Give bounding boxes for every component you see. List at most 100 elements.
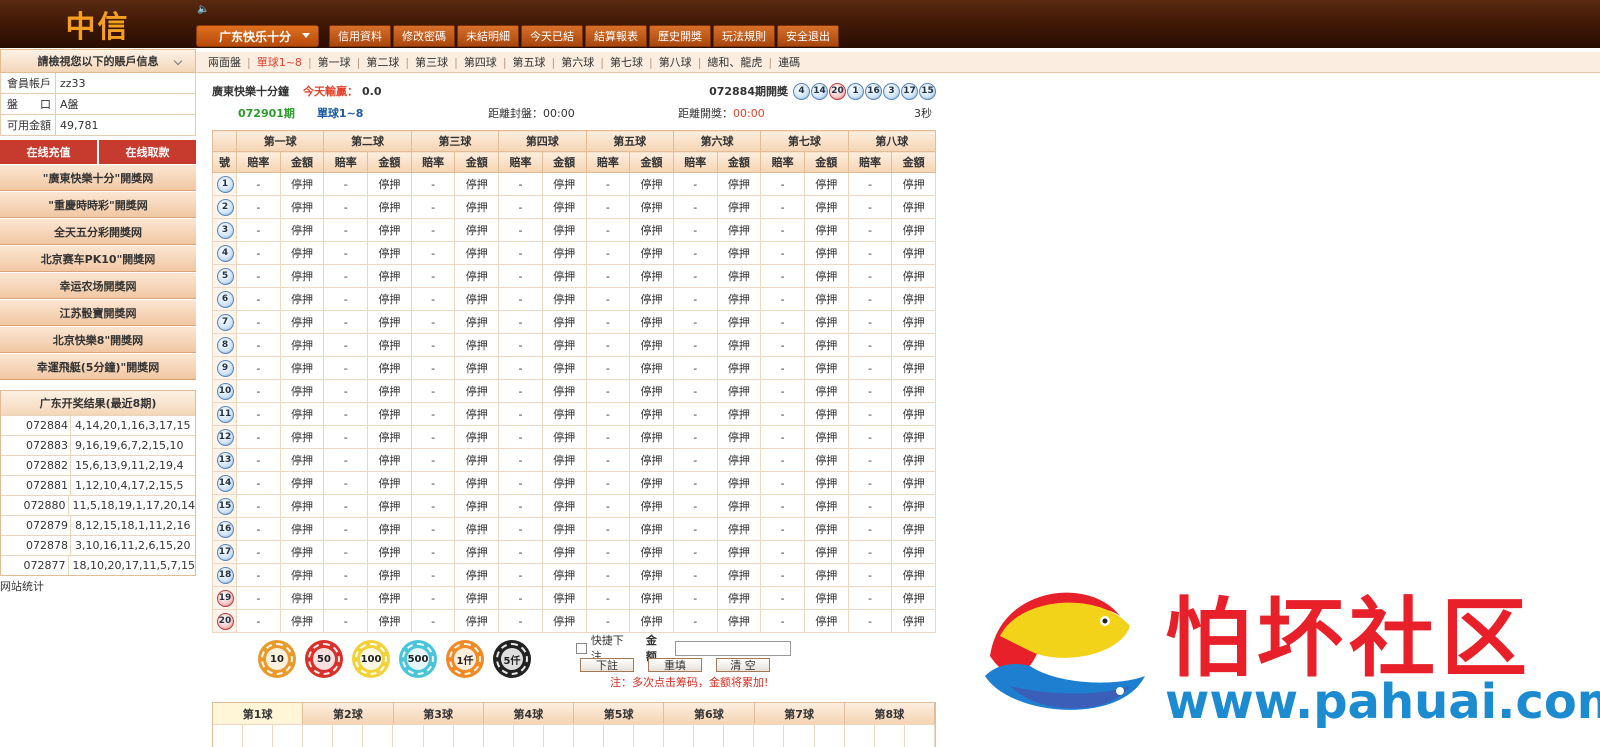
chip-button[interactable]: 1仟 [446, 640, 484, 678]
amount-cell[interactable]: 停押 [367, 609, 412, 633]
amount-cell[interactable]: 停押 [541, 540, 587, 564]
lottery-select[interactable]: 广东快乐十分 [196, 25, 319, 47]
amount-cell[interactable]: 停押 [629, 448, 674, 472]
top-nav-item[interactable]: 今天已結 [521, 25, 583, 47]
amount-cell[interactable]: 停押 [716, 448, 762, 472]
amount-cell[interactable]: 停押 [629, 195, 674, 219]
amount-cell[interactable]: 停押 [891, 402, 936, 426]
site-stats-link[interactable]: 网站统计 [0, 578, 196, 594]
top-nav-item[interactable]: 信用資料 [329, 25, 391, 47]
amount-input[interactable] [675, 640, 792, 656]
amount-cell[interactable]: 停押 [367, 540, 412, 564]
amount-cell[interactable]: 停押 [279, 402, 325, 426]
amount-cell[interactable]: 停押 [454, 448, 500, 472]
amount-cell[interactable]: 停押 [454, 586, 500, 610]
amount-cell[interactable]: 停押 [891, 356, 936, 380]
amount-cell[interactable]: 停押 [279, 241, 325, 265]
amount-cell[interactable]: 停押 [891, 379, 936, 403]
amount-cell[interactable]: 停押 [541, 356, 587, 380]
amount-cell[interactable]: 停押 [891, 609, 936, 633]
amount-cell[interactable]: 停押 [454, 172, 500, 196]
amount-cell[interactable]: 停押 [629, 563, 674, 587]
amount-cell[interactable]: 停押 [279, 264, 325, 288]
subnav-item[interactable]: 第八球 [653, 54, 698, 70]
amount-cell[interactable]: 停押 [367, 333, 412, 357]
amount-cell[interactable]: 停押 [803, 379, 849, 403]
side-link[interactable]: 北京赛车PK10"開獎网 [0, 246, 196, 272]
amount-cell[interactable]: 停押 [367, 264, 412, 288]
speaker-icon[interactable]: 🔈 [197, 4, 209, 15]
amount-cell[interactable]: 停押 [891, 494, 936, 518]
amount-cell[interactable]: 停押 [454, 494, 500, 518]
amount-cell[interactable]: 停押 [279, 563, 325, 587]
amount-cell[interactable]: 停押 [367, 402, 412, 426]
amount-cell[interactable]: 停押 [541, 287, 587, 311]
amount-cell[interactable]: 停押 [629, 333, 674, 357]
amount-cell[interactable]: 停押 [279, 195, 325, 219]
amount-cell[interactable]: 停押 [803, 172, 849, 196]
ball-tab[interactable]: 第2球 [303, 703, 394, 724]
amount-cell[interactable]: 停押 [629, 609, 674, 633]
amount-cell[interactable]: 停押 [891, 540, 936, 564]
amount-cell[interactable]: 停押 [629, 241, 674, 265]
ball-tab[interactable]: 第8球 [845, 703, 935, 724]
top-nav-item[interactable]: 修改密碼 [393, 25, 455, 47]
amount-cell[interactable]: 停押 [279, 218, 325, 242]
amount-cell[interactable]: 停押 [716, 379, 762, 403]
amount-cell[interactable]: 停押 [891, 333, 936, 357]
amount-cell[interactable]: 停押 [716, 333, 762, 357]
amount-cell[interactable]: 停押 [367, 310, 412, 334]
top-nav-item[interactable]: 歷史開獎 [649, 25, 711, 47]
amount-cell[interactable]: 停押 [891, 586, 936, 610]
reset-button[interactable]: 重填 [648, 658, 702, 672]
amount-cell[interactable]: 停押 [716, 356, 762, 380]
chip-button[interactable]: 10 [258, 640, 296, 678]
amount-cell[interactable]: 停押 [629, 172, 674, 196]
amount-cell[interactable]: 停押 [629, 218, 674, 242]
amount-cell[interactable]: 停押 [629, 287, 674, 311]
amount-cell[interactable]: 停押 [716, 517, 762, 541]
subnav-item[interactable]: 單球1~8 [251, 54, 308, 70]
amount-cell[interactable]: 停押 [891, 425, 936, 449]
amount-cell[interactable]: 停押 [454, 287, 500, 311]
amount-cell[interactable]: 停押 [541, 218, 587, 242]
subnav-item[interactable]: 第二球 [360, 54, 405, 70]
amount-cell[interactable]: 停押 [454, 540, 500, 564]
amount-cell[interactable]: 停押 [716, 264, 762, 288]
amount-cell[interactable]: 停押 [629, 586, 674, 610]
amount-cell[interactable]: 停押 [716, 425, 762, 449]
amount-cell[interactable]: 停押 [803, 333, 849, 357]
amount-cell[interactable]: 停押 [716, 195, 762, 219]
amount-cell[interactable]: 停押 [716, 586, 762, 610]
amount-cell[interactable]: 停押 [454, 425, 500, 449]
side-link[interactable]: "重慶時時彩"開獎网 [0, 192, 196, 218]
amount-cell[interactable]: 停押 [541, 448, 587, 472]
amount-cell[interactable]: 停押 [367, 379, 412, 403]
ball-tab[interactable]: 第4球 [484, 703, 574, 724]
amount-cell[interactable]: 停押 [803, 287, 849, 311]
side-link[interactable]: "廣東快樂十分"開獎网 [0, 165, 196, 191]
amount-cell[interactable]: 停押 [279, 172, 325, 196]
amount-cell[interactable]: 停押 [629, 402, 674, 426]
amount-cell[interactable]: 停押 [541, 379, 587, 403]
amount-cell[interactable]: 停押 [367, 241, 412, 265]
chip-button[interactable]: 50 [305, 640, 343, 678]
amount-cell[interactable]: 停押 [716, 218, 762, 242]
amount-cell[interactable]: 停押 [541, 586, 587, 610]
amount-cell[interactable]: 停押 [716, 540, 762, 564]
amount-cell[interactable]: 停押 [891, 287, 936, 311]
subnav-item[interactable]: 第一球 [312, 54, 357, 70]
amount-cell[interactable]: 停押 [454, 195, 500, 219]
amount-cell[interactable]: 停押 [716, 609, 762, 633]
amount-cell[interactable]: 停押 [454, 264, 500, 288]
amount-cell[interactable]: 停押 [367, 218, 412, 242]
amount-cell[interactable]: 停押 [803, 448, 849, 472]
side-link[interactable]: 全天五分彩開獎网 [0, 219, 196, 245]
subnav-item[interactable]: 連碼 [772, 54, 806, 70]
subnav-item[interactable]: 總和、龍虎 [701, 54, 768, 70]
amount-cell[interactable]: 停押 [541, 609, 587, 633]
amount-cell[interactable]: 停押 [891, 172, 936, 196]
amount-cell[interactable]: 停押 [367, 563, 412, 587]
amount-cell[interactable]: 停押 [454, 356, 500, 380]
top-nav-item[interactable]: 安全退出 [777, 25, 839, 47]
